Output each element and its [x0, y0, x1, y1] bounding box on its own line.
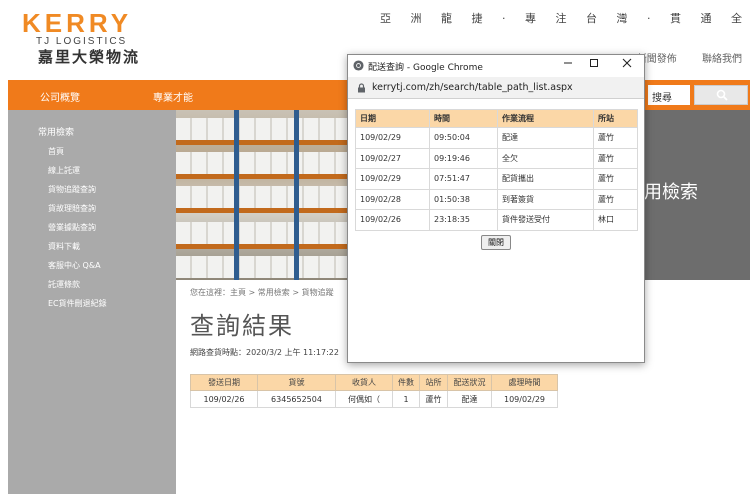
result-table: 發送日期 貨號 收貨人 件數 站所 配送狀況 處理時間 109/02/26 63…: [190, 374, 558, 408]
col-recipient: 收貨人: [335, 374, 393, 391]
table-row: 109/02/29 07:51:47 配貨攜出 蘆竹: [355, 168, 638, 190]
table-row: 109/02/26 23:18:35 貨件發送受付 林口: [355, 209, 638, 231]
close-icon: [622, 58, 632, 68]
sidebar-item-downloads[interactable]: 資料下載: [48, 241, 80, 252]
cell-station: 蘆竹: [419, 390, 448, 408]
close-window-button[interactable]: [612, 57, 642, 75]
table-row: 109/02/28 01:50:38 到著簽貨 蘆竹: [355, 188, 638, 210]
popup-window-title: 配送查詢 - Google Chrome: [368, 63, 483, 73]
col-date: 日期: [355, 109, 430, 128]
logo-brand: KERRY: [22, 8, 133, 38]
cell-time: 01:50:38: [429, 188, 498, 210]
sidebar-item-claims[interactable]: 貨故理賠查詢: [48, 203, 96, 214]
cell-tracking-no[interactable]: 6345652504: [257, 390, 336, 408]
col-process: 作業流程: [497, 109, 594, 128]
maximize-icon: [590, 59, 598, 67]
cell-date: 109/02/27: [355, 147, 430, 169]
cell-time: 09:19:46: [429, 147, 498, 169]
delivery-query-popup-window: 配送查詢 - Google Chrome kerrytj.com/zh/sear…: [347, 54, 645, 363]
cell-processed-time: 109/02/29: [491, 390, 558, 408]
sidebar-heading[interactable]: 常用檢索: [38, 125, 74, 138]
cell-quantity: 1: [392, 390, 420, 408]
cell-date: 109/02/28: [355, 188, 430, 210]
top-link-contact[interactable]: 聯絡我們: [702, 54, 742, 65]
sidebar-item-locations[interactable]: 營業據點查詢: [48, 222, 96, 233]
path-table-header: 日期 時間 作業流程 所站: [355, 109, 638, 128]
table-row: 109/02/27 09:19:46 全欠 蘆竹: [355, 147, 638, 169]
search-input[interactable]: 搜尋: [648, 85, 690, 105]
cell-recipient: 何偶如（: [335, 390, 393, 408]
cell-station: 蘆竹: [593, 168, 638, 190]
cell-time: 07:51:47: [429, 168, 498, 190]
cell-station: 蘆竹: [593, 188, 638, 210]
kerry-logo[interactable]: KERRY TJ LOGISTICS 嘉里大榮物流: [22, 10, 182, 68]
logo-subtitle: TJ LOGISTICS: [36, 36, 128, 47]
col-processed-time: 處理時間: [491, 374, 558, 391]
chrome-icon: [353, 60, 364, 71]
page: KERRY TJ LOGISTICS 嘉里大榮物流 亞 洲 龍 捷 · 專 注 …: [0, 0, 750, 494]
banner-title: 用檢索: [644, 182, 698, 203]
popup-address-bar[interactable]: kerrytj.com/zh/search/table_path_list.as…: [348, 77, 644, 99]
cell-station: 林口: [593, 209, 638, 231]
sidebar: 常用檢索 首頁 線上託運 貨物追蹤查詢 貨故理賠查詢 營業據點查詢 資料下載 客…: [8, 110, 176, 494]
cell-delivery-status[interactable]: 配達: [447, 390, 492, 408]
sidebar-item-home[interactable]: 首頁: [48, 146, 64, 157]
nav-item-company-overview[interactable]: 公司概覽: [40, 89, 80, 104]
cell-date: 109/02/26: [355, 209, 430, 231]
cell-process: 配達: [497, 127, 594, 149]
cell-process: 貨件發送受付: [497, 209, 594, 231]
cell-time: 23:18:35: [429, 209, 498, 231]
cell-process: 配貨攜出: [497, 168, 594, 190]
sidebar-item-online-shipping[interactable]: 線上託運: [48, 165, 80, 176]
col-tracking-no: 貨號: [257, 374, 336, 391]
col-delivery-status: 配送狀況: [447, 374, 492, 391]
col-station: 所站: [593, 109, 638, 128]
close-button[interactable]: 關閉: [481, 235, 511, 250]
cell-station: 蘆竹: [593, 147, 638, 169]
popup-titlebar[interactable]: 配送查詢 - Google Chrome: [348, 55, 644, 77]
page-title: 查詢結果: [190, 312, 294, 340]
cell-process: 到著簽貨: [497, 188, 594, 210]
search-button[interactable]: [694, 85, 748, 105]
col-time: 時間: [429, 109, 498, 128]
delivery-path-table: 日期 時間 作業流程 所站 109/02/29 09:50:04 配達 蘆竹 1…: [355, 109, 638, 231]
sidebar-item-ec-returns[interactable]: EC貨件刪退紀錄: [48, 298, 107, 309]
sidebar-item-faq[interactable]: 客服中心 Q&A: [48, 260, 101, 271]
table-row: 109/02/29 09:50:04 配達 蘆竹: [355, 127, 638, 149]
maximize-button[interactable]: [579, 57, 609, 75]
cell-ship-date: 109/02/26: [190, 390, 258, 408]
breadcrumb[interactable]: 您在這裡：主頁 > 常用檢索 > 貨物追蹤: [190, 287, 334, 298]
nav-item-expertise[interactable]: 專業才能: [153, 89, 193, 104]
sidebar-item-terms[interactable]: 託運條款: [48, 279, 80, 290]
lock-icon: [358, 83, 365, 93]
logo-chinese-name: 嘉里大榮物流: [38, 48, 141, 66]
col-station: 站所: [419, 374, 448, 391]
sidebar-item-tracking[interactable]: 貨物追蹤查詢: [48, 184, 96, 195]
slogan: 亞 洲 龍 捷 · 專 注 台 灣 · 貫 通 全 球: [380, 12, 750, 25]
cell-date: 109/02/29: [355, 127, 430, 149]
col-ship-date: 發送日期: [190, 374, 258, 391]
url-text[interactable]: kerrytj.com/zh/search/table_path_list.as…: [372, 82, 573, 93]
table-row: 109/02/26 6345652504 何偶如（ 1 蘆竹 配達 109/02…: [190, 390, 558, 408]
result-table-header: 發送日期 貨號 收貨人 件數 站所 配送狀況 處理時間: [190, 374, 558, 391]
search-icon: [716, 89, 728, 101]
cell-date: 109/02/29: [355, 168, 430, 190]
cell-time: 09:50:04: [429, 127, 498, 149]
cell-station: 蘆竹: [593, 127, 638, 149]
warehouse-image: [176, 110, 348, 280]
query-timestamp: 網路查貨時點：2020/3/2 上午 11:17:22: [190, 348, 339, 357]
minimize-icon: [564, 62, 572, 64]
cell-process: 全欠: [497, 147, 594, 169]
col-quantity: 件數: [392, 374, 420, 391]
